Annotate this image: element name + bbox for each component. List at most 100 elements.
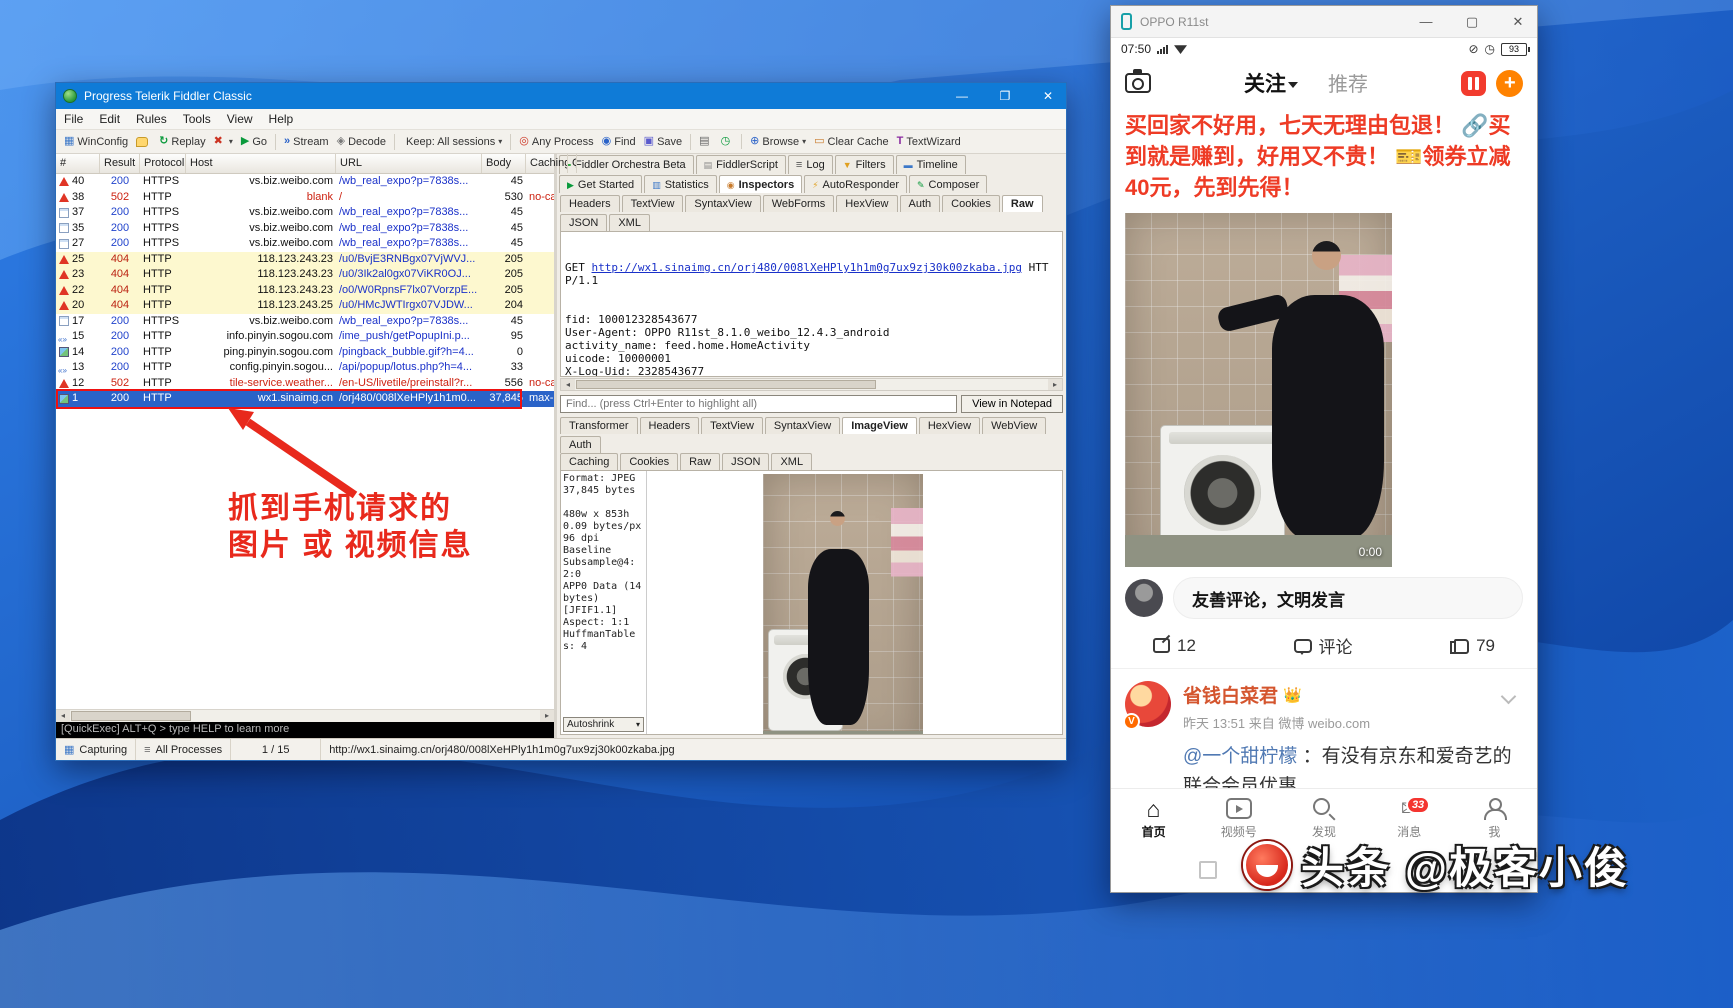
request-tab[interactable]: Cookies (942, 195, 1000, 212)
view-in-notepad-button[interactable]: View in Notepad (961, 395, 1063, 413)
session-hscrollbar[interactable]: ◂ ▸ (56, 709, 554, 722)
toolbar-button[interactable]: Clear Cache▾ (810, 134, 893, 150)
mid-tab[interactable]: Composer (909, 175, 987, 193)
top-tab[interactable]: Timeline (896, 155, 966, 174)
toolbar-button[interactable]: Go▾ (237, 134, 276, 150)
scroll-right-icon[interactable]: ▸ (540, 710, 554, 722)
toolbar-button[interactable]: ▾ (717, 134, 743, 149)
close-button[interactable]: ✕ (1499, 6, 1537, 37)
toolbar-button[interactable]: Keep: All sessions▾ (399, 134, 511, 150)
quickexec-bar[interactable]: [QuickExec] ALT+Q > type HELP to learn m… (56, 722, 554, 738)
request-tab[interactable]: Headers (560, 195, 620, 212)
response-tab[interactable]: JSON (722, 453, 769, 470)
session-row[interactable]: 35 200 HTTPS vs.biz.weibo.com /wb_real_e… (56, 221, 554, 237)
response-tab[interactable]: Transformer (560, 417, 638, 434)
toolbar-button[interactable]: Find▾ (598, 134, 640, 150)
menu-item[interactable]: Tools (175, 110, 219, 128)
response-tab[interactable]: Raw (680, 453, 720, 470)
response-tab[interactable]: XML (771, 453, 812, 470)
comment-button[interactable]: 评论 (1294, 633, 1353, 658)
avatar[interactable]: V (1125, 681, 1171, 727)
autoshrink-dropdown[interactable]: Autoshrink▾ (563, 717, 644, 732)
live-badge-icon[interactable] (1461, 71, 1486, 96)
chevron-down-icon[interactable] (1501, 689, 1517, 705)
nav-item[interactable]: 33 首页 (1111, 789, 1196, 848)
toolbar-button[interactable]: Save▾ (640, 134, 691, 150)
process-filter[interactable]: All Processes (136, 739, 231, 760)
session-row[interactable]: 20 404 HTTP 118.123.243.25 /u0/HMcJWTIrg… (56, 298, 554, 314)
mid-tab[interactable]: AutoResponder (804, 175, 907, 193)
response-tab[interactable]: TextView (701, 417, 763, 434)
menu-item[interactable]: View (219, 110, 261, 128)
menu-item[interactable]: Help (261, 110, 302, 128)
commenter-name[interactable]: 省钱白菜君👑 (1183, 681, 1491, 708)
request-tab[interactable]: JSON (560, 214, 607, 231)
mid-tab[interactable]: Get Started (559, 175, 642, 193)
minimize-button[interactable]: — (944, 83, 980, 109)
close-button[interactable]: ✕ (1030, 83, 1066, 109)
toolbar-button[interactable]: ▾ (695, 134, 716, 149)
session-row[interactable]: 17 200 HTTPS vs.biz.weibo.com /wb_real_e… (56, 314, 554, 330)
mid-tab[interactable]: Statistics (644, 175, 717, 193)
response-tab[interactable]: Headers (640, 417, 700, 434)
session-row[interactable]: 38 502 HTTP blank / 530 no-cac... tex (56, 190, 554, 206)
column-header[interactable]: Host (186, 154, 336, 173)
minimize-button[interactable]: — (1407, 6, 1445, 37)
column-header[interactable]: Result (100, 154, 140, 173)
response-tab[interactable]: HexView (919, 417, 980, 434)
session-row[interactable]: 40 200 HTTPS vs.biz.weibo.com /wb_real_e… (56, 174, 554, 190)
top-tab[interactable]: Log (788, 155, 833, 174)
request-tab[interactable]: HexView (836, 195, 897, 212)
response-tab[interactable]: SyntaxView (765, 417, 840, 434)
toolbar-button[interactable]: WinConfig▾ (60, 134, 132, 150)
request-tab[interactable]: Raw (1002, 195, 1043, 212)
response-tab[interactable]: Caching (560, 453, 618, 470)
toolbar-button[interactable]: ▾ (210, 134, 237, 149)
like-button[interactable]: 79 (1450, 633, 1495, 658)
session-row[interactable]: 15 200 HTTP info.pinyin.sogou.com /ime_p… (56, 329, 554, 345)
scroll-left-icon[interactable]: ◂ (56, 710, 70, 722)
capturing-status[interactable]: Capturing (56, 739, 136, 760)
scrollbar-thumb[interactable] (576, 380, 876, 389)
toolbar-button[interactable]: Any Process▾ (515, 134, 597, 150)
top-tab[interactable]: Fiddler Orchestra Beta (559, 155, 694, 174)
toolbar-button[interactable]: Decode▾ (333, 134, 395, 150)
menu-item[interactable]: Edit (91, 110, 128, 128)
session-row[interactable]: 37 200 HTTPS vs.biz.weibo.com /wb_real_e… (56, 205, 554, 221)
column-header[interactable]: Protocol (140, 154, 186, 173)
session-row[interactable]: 13 200 HTTP config.pinyin.sogou... /api/… (56, 360, 554, 376)
toolbar-button[interactable]: ▾ (132, 135, 155, 149)
session-row[interactable]: 14 200 HTTP ping.pinyin.sogou.com /pingb… (56, 345, 554, 361)
comment-item[interactable]: V 省钱白菜君👑 昨天 13:51 来自 微博 weibo.com @一个甜柠檬… (1111, 673, 1537, 788)
raw-hscrollbar[interactable]: ◂ ▸ (560, 378, 1063, 391)
mention-link[interactable]: @一个甜柠檬 (1183, 746, 1297, 767)
avatar[interactable] (1125, 579, 1163, 617)
camera-icon[interactable] (1125, 73, 1151, 93)
toolbar-button[interactable]: Replay▾ (155, 134, 209, 150)
column-header[interactable]: URL (336, 154, 482, 173)
share-button[interactable]: 12 (1153, 633, 1196, 658)
session-row[interactable]: 27 200 HTTPS vs.biz.weibo.com /wb_real_e… (56, 236, 554, 252)
compose-plus-button[interactable]: + (1496, 70, 1523, 97)
request-url-link[interactable]: http://wx1.sinaimg.cn/orj480/008lXeHPly1… (592, 261, 1022, 274)
response-tab[interactable]: Cookies (620, 453, 678, 470)
session-row[interactable]: 23 404 HTTP 118.123.243.23 /u0/3Ik2al0gx… (56, 267, 554, 283)
find-input[interactable] (560, 395, 957, 413)
request-raw-view[interactable]: GET http://wx1.sinaimg.cn/orj480/008lXeH… (560, 231, 1063, 377)
request-tab[interactable]: TextView (622, 195, 684, 212)
request-tab[interactable]: WebForms (763, 195, 835, 212)
toolbar-button[interactable]: Browse▾ (746, 134, 810, 150)
scrollbar-thumb[interactable] (71, 711, 191, 721)
menu-item[interactable]: File (56, 110, 91, 128)
toolbar-button[interactable]: TextWizard▾ (893, 134, 965, 150)
request-tab[interactable]: Auth (900, 195, 941, 212)
maximize-button[interactable]: ❐ (987, 83, 1023, 109)
column-header[interactable]: # (56, 154, 100, 173)
response-tab[interactable]: ImageView (842, 417, 917, 434)
column-header[interactable]: Caching (526, 154, 568, 173)
column-header[interactable]: Body (482, 154, 526, 173)
session-row[interactable]: 25 404 HTTP 118.123.243.23 /u0/BvjE3RNBg… (56, 252, 554, 268)
column-header[interactable]: Con (568, 154, 577, 173)
comment-input[interactable]: 友善评论，文明发言 (1173, 577, 1523, 619)
request-tab[interactable]: SyntaxView (685, 195, 760, 212)
